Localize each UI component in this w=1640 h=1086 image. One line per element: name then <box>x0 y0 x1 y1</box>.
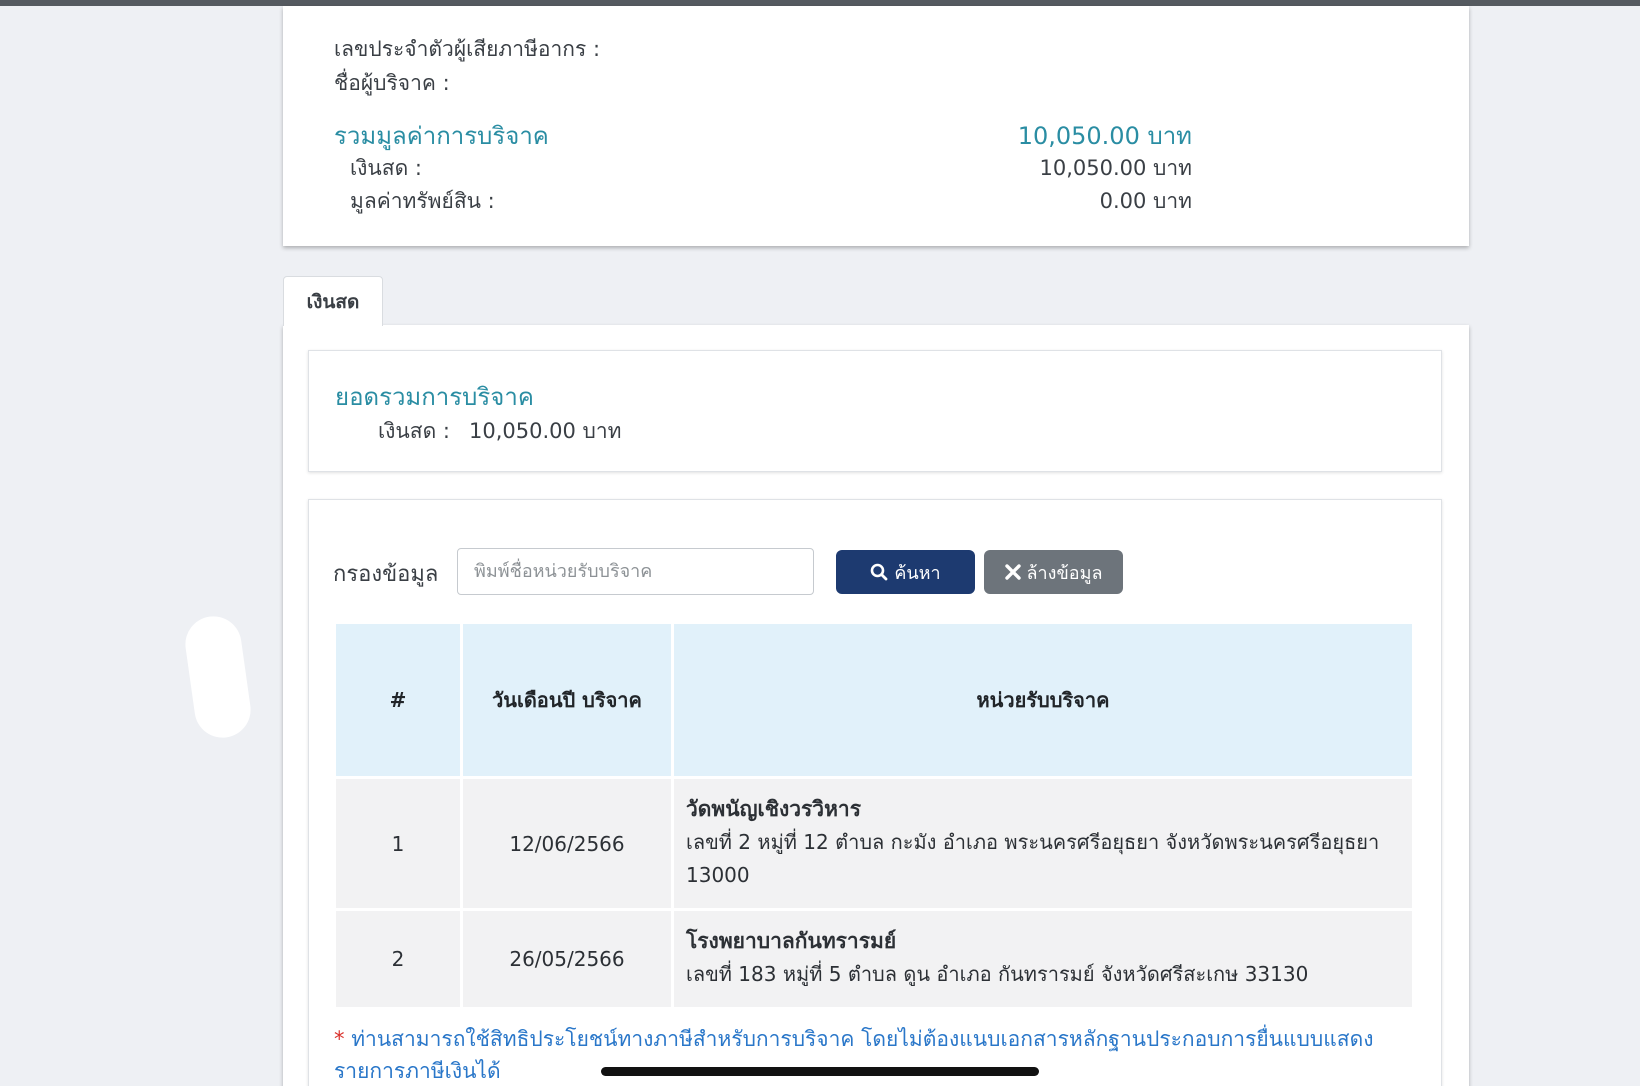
donor-summary-card: เลขประจำตัวผู้เสียภาษีอากร : ชื่อผู้บริจ… <box>283 6 1469 246</box>
table-row: 2 26/05/2566 โรงพยาบาลกันทรารมย์ เลขที่ … <box>336 911 1412 1007</box>
total-donation-label: รวมมูลค่าการบริจาค <box>334 122 549 150</box>
organization-name: โรงพยาบาลกันทรารมย์ <box>686 929 897 953</box>
cash-label: เงินสด : <box>350 156 422 180</box>
organization-address: เลขที่ 2 หมู่ที่ 12 ตำบล กะมัง อำเภอ พระ… <box>686 830 1380 887</box>
column-header-number: # <box>336 624 460 776</box>
tax-benefit-note: * ท่านสามารถใช้สิทธิประโยชน์ทางภาษีสำหรั… <box>334 1023 1424 1086</box>
row-number: 1 <box>336 779 460 908</box>
donation-total-box: ยอดรวมการบริจาค เงินสด : 10,050.00 บาท <box>308 350 1442 472</box>
tax-id-label: เลขประจำตัวผู้เสียภาษีอากร : <box>334 37 601 61</box>
filter-label: กรองข้อมูล <box>333 562 439 587</box>
donation-table: # วันเดือนปี บริจาค หน่วยรับบริจาค 1 12/… <box>333 621 1415 1010</box>
cash-donation-panel: ยอดรวมการบริจาค เงินสด : 10,050.00 บาท ก… <box>283 325 1469 1086</box>
search-button-label: ค้นหา <box>894 562 941 584</box>
search-icon <box>871 563 888 581</box>
clear-button-label: ล้างข้อมูล <box>1026 562 1103 584</box>
table-header-row: # วันเดือนปี บริจาค หน่วยรับบริจาค <box>336 624 1412 776</box>
donation-date: 12/06/2566 <box>463 779 671 908</box>
cash-value: 10,050.00 บาท <box>1039 156 1192 180</box>
donation-total-cash-label: เงินสด : <box>378 419 450 443</box>
close-icon <box>1004 564 1021 580</box>
organization-cell: โรงพยาบาลกันทรารมย์ เลขที่ 183 หมู่ที่ 5… <box>674 911 1412 1007</box>
donation-date: 26/05/2566 <box>463 911 671 1007</box>
required-asterisk: * <box>334 1027 345 1051</box>
tab-cash[interactable]: เงินสด <box>283 276 383 326</box>
table-row: 1 12/06/2566 วัดพนัญเชิงวรวิหาร เลขที่ 2… <box>336 779 1412 908</box>
organization-address: เลขที่ 183 หมู่ที่ 5 ตำบล ดูน อำเภอ กันท… <box>686 962 1309 986</box>
total-donation-value: 10,050.00 บาท <box>1017 122 1192 150</box>
donor-name-label: ชื่อผู้บริจาค : <box>334 71 450 95</box>
row-number: 2 <box>336 911 460 1007</box>
donation-list-box: กรองข้อมูล ค้นหา ล้างข้อมูล <box>308 499 1442 1086</box>
donation-total-title: ยอดรวมการบริจาค <box>335 383 534 411</box>
clear-button[interactable]: ล้างข้อมูล <box>984 550 1123 594</box>
search-input[interactable] <box>457 548 814 595</box>
asset-value-label: มูลค่าทรัพย์สิน : <box>350 189 495 213</box>
column-header-organization: หน่วยรับบริจาค <box>674 624 1412 776</box>
redaction-mark <box>181 612 255 742</box>
donation-total-cash-value: 10,050.00 บาท <box>469 419 622 443</box>
organization-cell: วัดพนัญเชิงวรวิหาร เลขที่ 2 หมู่ที่ 12 ต… <box>674 779 1412 908</box>
home-indicator[interactable] <box>601 1067 1039 1076</box>
search-button[interactable]: ค้นหา <box>836 550 975 594</box>
organization-name: วัดพนัญเชิงวรวิหาร <box>686 797 861 821</box>
column-header-date: วันเดือนปี บริจาค <box>463 624 671 776</box>
asset-value: 0.00 บาท <box>1099 189 1192 213</box>
